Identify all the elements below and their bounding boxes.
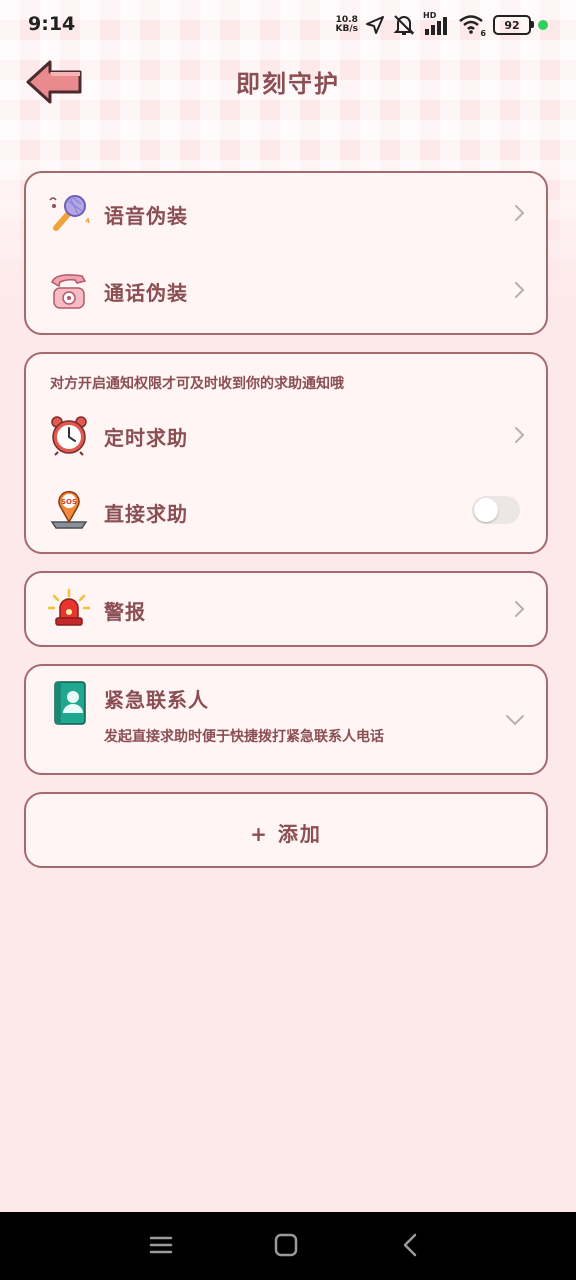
chevron-down-icon[interactable]: [504, 711, 526, 729]
direct-help-label: 直接求助: [104, 502, 188, 526]
telephone-icon: [51, 274, 87, 309]
chevron-right-icon: [515, 282, 525, 298]
alarm-label: 警报: [104, 600, 146, 624]
toggle-knob: [474, 498, 498, 522]
status-icons: 10.8 KB/s HD 6 92: [336, 11, 548, 38]
add-contact-button[interactable]: + 添加: [24, 792, 548, 868]
sos-icon: SOS: [50, 490, 88, 529]
emergency-contacts-label: 紧急联系人: [104, 688, 209, 712]
back-icon[interactable]: [396, 1230, 426, 1260]
location-icon: [366, 16, 384, 34]
siren-icon: [48, 588, 90, 626]
page-title: 即刻守护: [236, 70, 340, 98]
direct-help-toggle[interactable]: [472, 496, 520, 524]
help-card: 对方开启通知权限才可及时收到你的求助通知哦 定时求助 SOS 直接求助: [24, 352, 548, 554]
notification-permission-note: 对方开启通知权限才可及时收到你的求助通知哦: [50, 376, 344, 392]
wifi-6-tag: 6: [480, 29, 486, 38]
voice-disguise-label: 语音伪装: [104, 204, 188, 228]
menu-icon[interactable]: [146, 1230, 176, 1260]
voice-disguise-row[interactable]: 语音伪装: [26, 173, 546, 253]
call-disguise-row[interactable]: 通话伪装: [26, 253, 546, 333]
disguise-card: 语音伪装 通话伪装: [24, 171, 548, 335]
alarm-clock-icon: [51, 416, 87, 456]
emergency-contacts-description: 发起直接求助时便于快捷拨打紧急联系人电话: [104, 729, 384, 745]
cell-signal: HD: [423, 11, 451, 36]
status-bar: 9:14 10.8 KB/s HD 6 92: [0, 0, 576, 50]
emergency-contacts-card[interactable]: 紧急联系人 发起直接求助时便于快捷拨打紧急联系人电话: [24, 664, 548, 775]
alarm-card: 警报: [24, 571, 548, 647]
microphone-icon: [49, 195, 90, 231]
alarm-row[interactable]: 警报: [26, 573, 546, 645]
add-contact-label: + 添加: [250, 822, 322, 846]
status-time: 9:14: [28, 13, 76, 35]
svg-text:SOS: SOS: [61, 498, 77, 506]
timed-help-label: 定时求助: [104, 426, 188, 450]
chevron-right-icon: [515, 205, 525, 221]
direct-help-row: SOS 直接求助: [26, 478, 546, 548]
chevron-right-icon: [515, 427, 525, 443]
privacy-indicator-dot: [538, 20, 548, 30]
chevron-right-icon: [515, 601, 525, 617]
battery-indicator: 92: [493, 15, 534, 35]
home-icon[interactable]: [271, 1230, 301, 1260]
timed-help-row[interactable]: 定时求助: [26, 402, 546, 472]
call-disguise-label: 通话伪装: [104, 281, 188, 305]
network-speed-unit: KB/s: [335, 24, 358, 34]
signal-bars-icon: [425, 17, 447, 35]
mute-icon: [393, 15, 415, 35]
wifi: 6: [458, 14, 486, 38]
network-speed: 10.8 KB/s: [336, 16, 358, 34]
contact-book-icon: [54, 681, 86, 725]
system-navigation-bar: [0, 1212, 576, 1280]
